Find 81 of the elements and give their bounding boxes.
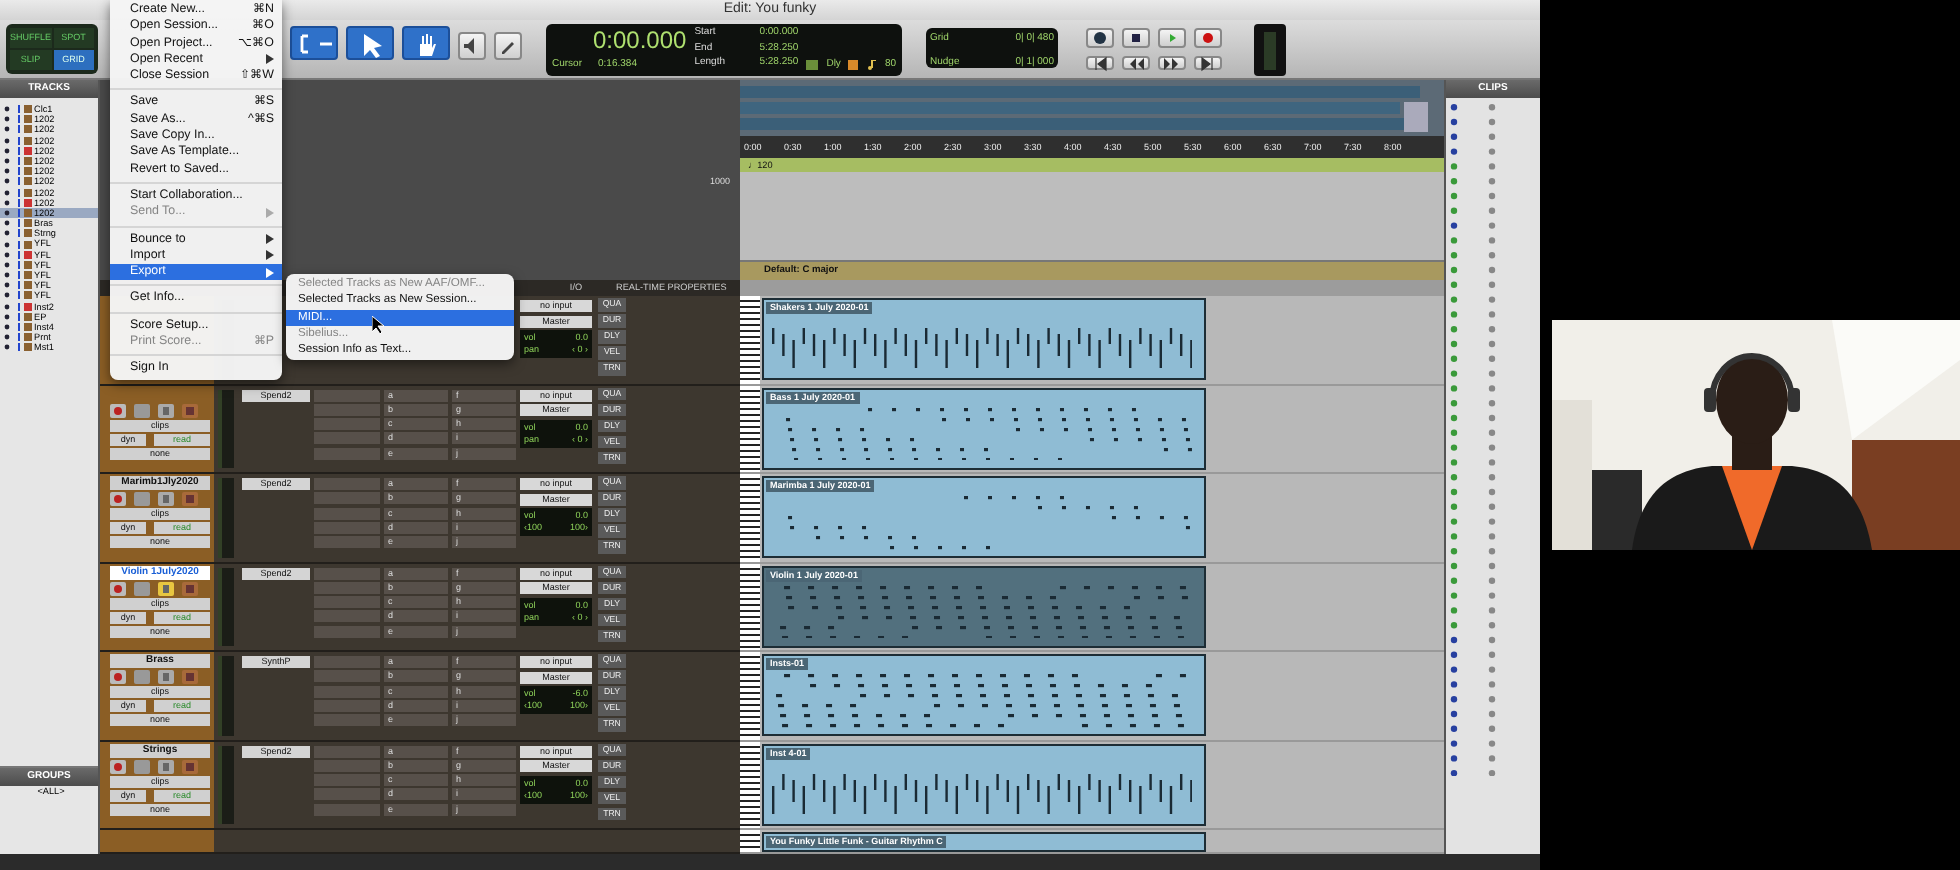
- transport-button[interactable]: [1086, 56, 1114, 70]
- solo-icon[interactable]: [158, 403, 174, 417]
- empty-slot[interactable]: [314, 699, 380, 712]
- level-meter: [218, 656, 234, 735]
- input-monitor-icon[interactable]: [134, 670, 150, 684]
- empty-slot[interactable]: [314, 432, 380, 445]
- mouse-cursor-icon: [372, 316, 384, 334]
- input-monitor-icon[interactable]: [134, 581, 150, 595]
- go-to-end-icon: [1200, 55, 1216, 71]
- transport-button[interactable]: [1122, 28, 1150, 48]
- solo-icon[interactable]: [158, 492, 174, 506]
- input-monitor-icon[interactable]: [134, 492, 150, 506]
- empty-slot[interactable]: [314, 536, 380, 549]
- empty-slot[interactable]: [314, 714, 380, 727]
- tool-button[interactable]: [458, 32, 486, 60]
- piano-keyboard: [740, 652, 760, 739]
- mute-icon[interactable]: [182, 403, 198, 417]
- input-monitor-icon[interactable]: [134, 759, 150, 773]
- rewind-icon: [1128, 55, 1144, 71]
- empty-slot[interactable]: [314, 418, 380, 431]
- main-counter: 0:00.000: [592, 26, 687, 54]
- online-icon: [1092, 30, 1108, 46]
- solo-icon[interactable]: [158, 581, 174, 595]
- mute-icon[interactable]: [182, 581, 198, 595]
- piano-keyboard: [740, 474, 760, 561]
- grid-icon[interactable]: [806, 59, 819, 70]
- transport-button[interactable]: [1194, 56, 1222, 70]
- empty-slot[interactable]: [314, 567, 380, 579]
- empty-slot[interactable]: [314, 521, 380, 534]
- empty-slot[interactable]: [314, 685, 380, 698]
- level-meter: [218, 567, 234, 646]
- submenu-arrow-icon: [266, 207, 274, 218]
- record-enable-icon[interactable]: [110, 670, 126, 684]
- note-icon[interactable]: [866, 59, 877, 70]
- solo-icon[interactable]: [158, 759, 174, 773]
- submenu-arrow-icon: [266, 54, 274, 65]
- record-enable-icon[interactable]: [110, 759, 126, 773]
- tool-button[interactable]: [494, 32, 522, 60]
- transport-button[interactable]: [1086, 28, 1114, 48]
- transport-button[interactable]: [1122, 56, 1150, 70]
- empty-slot[interactable]: [314, 610, 380, 623]
- empty-slot[interactable]: [314, 403, 380, 416]
- record-enable-icon[interactable]: [110, 492, 126, 506]
- record-icon: [1200, 30, 1216, 46]
- empty-slot[interactable]: [314, 745, 380, 757]
- solo-icon[interactable]: [158, 670, 174, 684]
- empty-slot[interactable]: [314, 507, 380, 520]
- empty-slot[interactable]: [314, 596, 380, 609]
- input-monitor-icon[interactable]: [134, 403, 150, 417]
- empty-slot[interactable]: [314, 625, 380, 638]
- mute-icon[interactable]: [182, 492, 198, 506]
- tool-button[interactable]: [346, 26, 394, 60]
- tool-button[interactable]: [402, 26, 450, 60]
- pencil-icon: [498, 36, 518, 56]
- level-meter: [218, 389, 234, 468]
- empty-slot[interactable]: [314, 447, 380, 460]
- empty-slot[interactable]: [314, 389, 380, 401]
- empty-slot[interactable]: [314, 492, 380, 505]
- fast-forward-icon: [1164, 55, 1180, 71]
- piano-keyboard: [740, 563, 760, 650]
- empty-slot[interactable]: [314, 670, 380, 683]
- level-meter: [218, 478, 234, 557]
- empty-slot[interactable]: [314, 803, 380, 816]
- stop-icon: [1128, 30, 1144, 46]
- mute-icon[interactable]: [182, 670, 198, 684]
- record-enable-icon[interactable]: [110, 581, 126, 595]
- transport-button[interactable]: [1158, 56, 1186, 70]
- mute-icon[interactable]: [182, 759, 198, 773]
- tool-button[interactable]: [290, 26, 338, 60]
- empty-slot[interactable]: [314, 788, 380, 801]
- empty-slot[interactable]: [314, 581, 380, 594]
- level-meter: [218, 745, 234, 824]
- square-icon[interactable]: [848, 59, 859, 70]
- piano-keyboard: [740, 296, 760, 383]
- empty-slot[interactable]: [314, 774, 380, 787]
- level-meter: [1254, 24, 1286, 76]
- empty-slot[interactable]: [314, 759, 380, 772]
- piano-keyboard: [740, 385, 760, 472]
- play-icon: [1164, 30, 1180, 46]
- record-enable-icon[interactable]: [110, 403, 126, 417]
- go-to-start-icon: [1092, 55, 1108, 71]
